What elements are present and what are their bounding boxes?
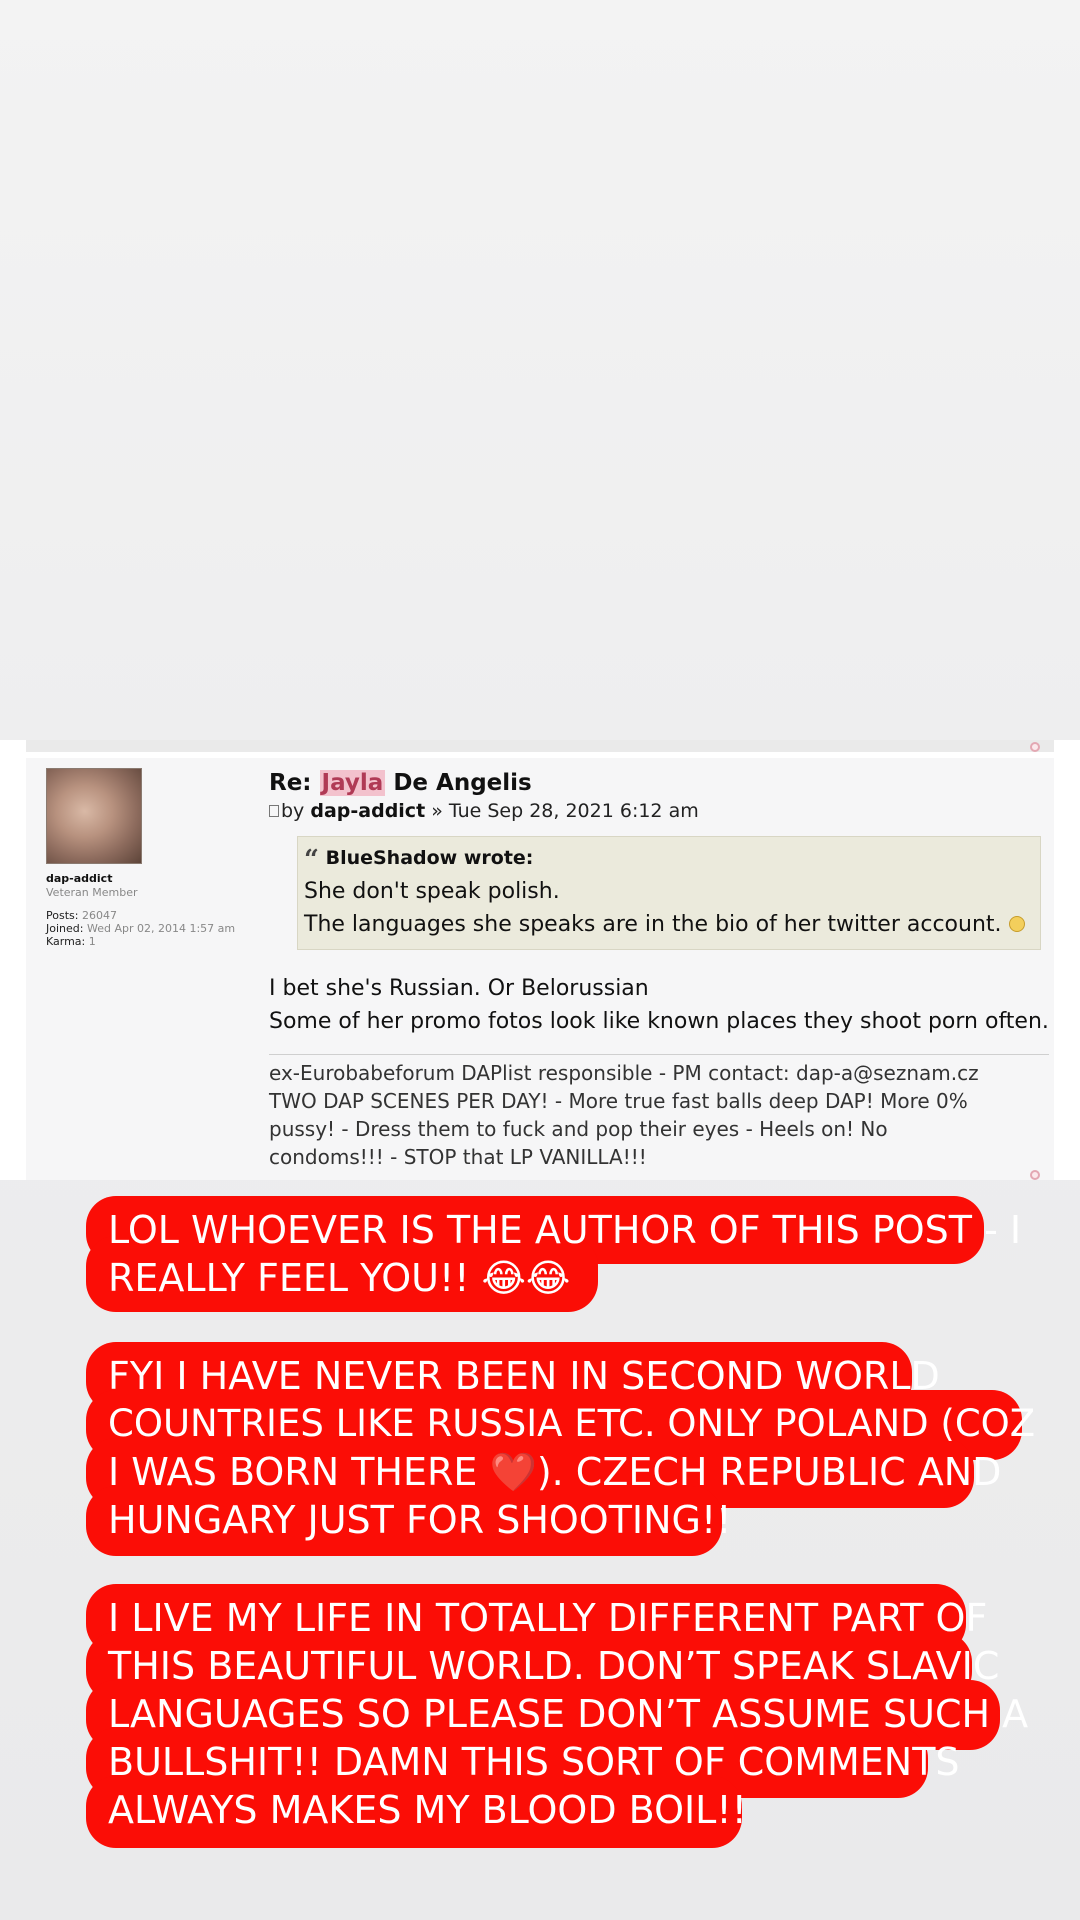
caption-2-line-2: COUNTRIES LIKE RUSSIA ETC. ONLY POLAND (… — [108, 1402, 1036, 1445]
signature: ex-Eurobabeforum DAPlist responsible - P… — [269, 1059, 1049, 1171]
posts-value: 26047 — [81, 909, 117, 922]
caption-1-line-2: REALLY FEEL YOU!! 😂😂 — [108, 1256, 571, 1300]
signature-line-4: condoms!!! - STOP that LP VANILLA!!! — [269, 1145, 647, 1169]
profile-username: dap-addict — [46, 872, 113, 885]
caption-3-line-2: THIS BEAUTIFUL WORLD. DON’T SPEAK SLAVIC — [108, 1644, 1000, 1688]
caption-2-line-3b: ). CZECH REPUBLIC AND — [536, 1450, 1002, 1494]
caption-2-line-1: FYI I HAVE NEVER BEEN IN SECOND WORLD — [108, 1354, 940, 1398]
post-author-link[interactable]: dap-addict — [310, 800, 425, 822]
quote-mark-icon: “ — [304, 845, 319, 875]
author-profile: dap-addict Veteran Member Posts: 26047 J… — [46, 768, 246, 948]
karma-value: 1 — [88, 935, 96, 948]
caption-3-line-1: I LIVE MY LIFE IN TOTALLY DIFFERENT PART… — [108, 1596, 988, 1640]
previous-post-edge — [26, 740, 1054, 752]
forum-post: dap-addict Veteran Member Posts: 26047 J… — [26, 758, 1054, 1180]
post-title-suffix: De Angelis — [393, 770, 532, 796]
quote-block: “ BlueShadow wrote: She don't speak poli… — [297, 836, 1041, 950]
caption-2-line-4: HUNGARY JUST FOR SHOOTING!! — [108, 1498, 732, 1542]
post-body-text: I bet she's Russian. Or Belorussian Some… — [269, 972, 1049, 1038]
post-meta-by: by — [281, 800, 305, 822]
forum-post-screenshot: dap-addict Veteran Member Posts: 26047 J… — [0, 740, 1080, 1180]
post-title: Re: Jayla De Angelis — [269, 768, 1049, 798]
story-blank-top-area — [0, 0, 1080, 740]
joined-value: Wed Apr 02, 2014 1:57 am — [86, 922, 236, 935]
signature-line-2: TWO DAP SCENES PER DAY! - More true fast… — [269, 1089, 968, 1113]
post-link-icon — [269, 805, 279, 817]
caption-3-line-5: ALWAYS MAKES MY BLOOD BOIL!! — [108, 1788, 747, 1832]
quote-line-2: The languages she speaks are in the bio … — [304, 908, 1034, 941]
avatar — [46, 768, 142, 864]
posts-label: Posts: — [46, 909, 79, 922]
smiley-icon — [1008, 916, 1025, 932]
signature-line-3: pussy! - Dress them to fuck and pop thei… — [269, 1117, 888, 1141]
profile-rank: Veteran Member — [46, 886, 138, 899]
quote-line-2-text: The languages she speaks are in the bio … — [304, 912, 1002, 937]
joined-label: Joined: — [46, 922, 84, 935]
karma-label: Karma: — [46, 935, 86, 948]
post-meta: by dap-addict » Tue Sep 28, 2021 6:12 am — [269, 800, 1049, 822]
post-body-line-1: I bet she's Russian. Or Belorussian — [269, 976, 649, 1001]
caption-2-line-3a: I WAS BORN THERE — [108, 1450, 490, 1494]
post-body-line-2: Some of her promo fotos look like known … — [269, 1009, 1049, 1034]
quote-header: “ BlueShadow wrote: — [304, 845, 1034, 875]
caption-3-line-3: LANGUAGES SO PLEASE DON’T ASSUME SUCH A — [108, 1692, 1029, 1736]
quote-line-1: She don't speak polish. — [304, 879, 560, 904]
signature-divider — [269, 1054, 1049, 1055]
post-content: Re: Jayla De Angelis by dap-addict » Tue… — [269, 768, 1049, 1171]
post-date: » Tue Sep 28, 2021 6:12 am — [431, 800, 699, 822]
post-title-prefix: Re: — [269, 770, 312, 796]
back-to-top-icon — [1030, 742, 1040, 752]
back-to-top-icon — [1030, 1170, 1040, 1180]
signature-line-1: ex-Eurobabeforum DAPlist responsible - P… — [269, 1061, 979, 1085]
heart-icon: ❤️ — [489, 1450, 537, 1494]
post-title-highlight: Jayla — [319, 770, 386, 796]
caption-3-line-4: BULLSHIT!! DAMN THIS SORT OF COMMENTS — [108, 1740, 960, 1784]
caption-1-line-1: LOL WHOEVER IS THE AUTHOR OF THIS POST -… — [108, 1208, 1022, 1252]
profile-stats: Posts: 26047 Joined: Wed Apr 02, 2014 1:… — [46, 909, 246, 948]
caption-2-line-3: I WAS BORN THERE ❤️). CZECH REPUBLIC AND — [108, 1448, 1001, 1496]
quote-author: BlueShadow wrote: — [325, 847, 534, 869]
